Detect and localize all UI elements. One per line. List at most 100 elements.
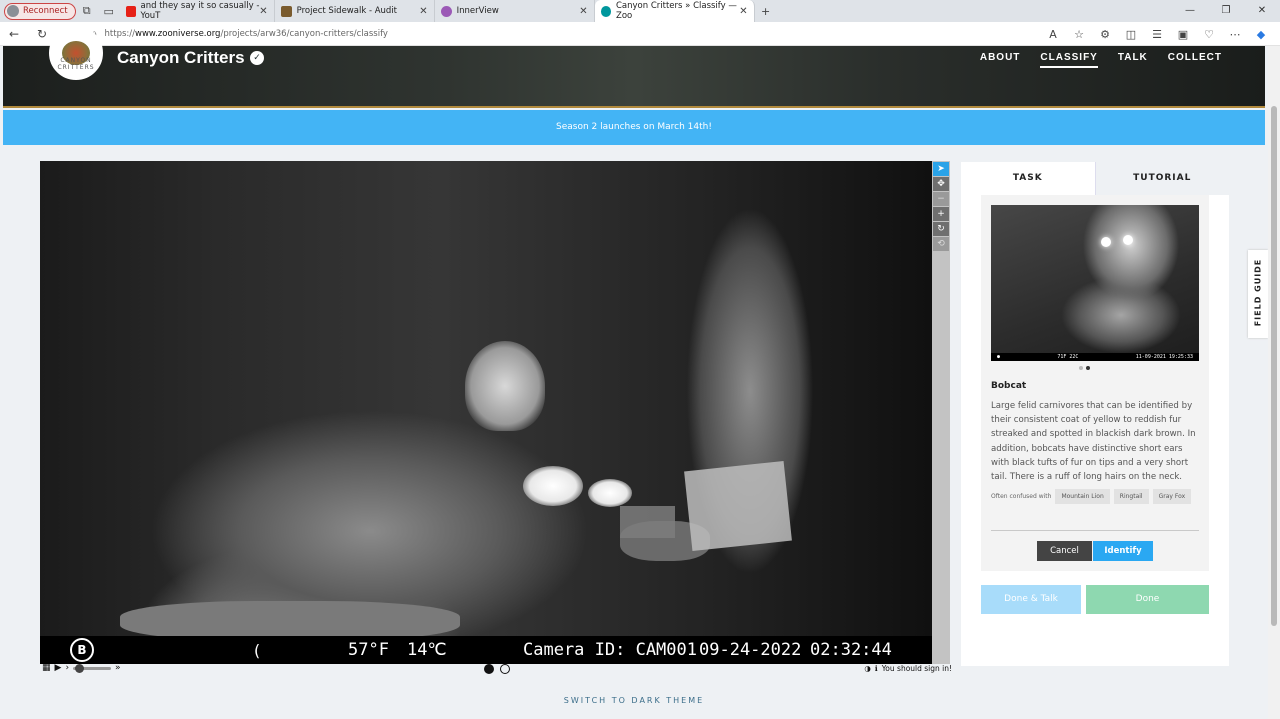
- sidewalk-favicon-icon: [280, 5, 292, 17]
- frame-dot-2[interactable]: [500, 664, 510, 674]
- camera-info-strip: B ( 57°F 14℃ Camera ID: CAM001 09-24-202…: [40, 636, 932, 664]
- frame-selector: [484, 664, 510, 674]
- split-screen-icon[interactable]: ◫: [1118, 28, 1144, 41]
- tab-actions-icon[interactable]: ▭: [98, 5, 120, 18]
- field-guide-tab[interactable]: FIELD GUIDE: [1248, 250, 1268, 338]
- tab-canyon-critters[interactable]: Canyon Critters » Classify — Zoo ✕: [594, 0, 755, 22]
- subject-viewer[interactable]: B ( 57°F 14℃ Camera ID: CAM001 09-24-202…: [40, 161, 932, 664]
- capture-time: 02:32:44: [810, 640, 892, 660]
- thumb-info-strip: ● 71F 22C 11-09-2021 19:25:33: [991, 353, 1199, 361]
- project-title[interactable]: Canyon Critters: [117, 48, 245, 68]
- innerview-favicon-icon: [440, 5, 452, 17]
- signin-text[interactable]: You should sign in!: [882, 664, 952, 673]
- thumb-dot-2[interactable]: [1086, 366, 1090, 370]
- zoom-out-icon[interactable]: −: [933, 192, 949, 206]
- nav-talk[interactable]: TALK: [1118, 52, 1148, 68]
- viewer-toolbar: ➤ ✥ − + ↻ ⟲: [932, 161, 950, 664]
- nav-classify[interactable]: CLASSIFY: [1040, 52, 1098, 68]
- close-tab-icon[interactable]: ✕: [579, 6, 587, 17]
- signin-notice: ◑ ℹ You should sign in!: [864, 664, 952, 673]
- read-aloud-icon[interactable]: A: [1040, 28, 1066, 41]
- page-scrollbar[interactable]: [1268, 46, 1280, 719]
- nav-collect[interactable]: COLLECT: [1168, 52, 1222, 68]
- playback-controls: ▦ ▶ › »: [42, 663, 121, 673]
- zooniverse-favicon-icon: [600, 5, 611, 17]
- tab-title: InnerView: [456, 6, 499, 16]
- move-tool-icon[interactable]: ✥: [933, 177, 949, 191]
- panel-tabs: TASK TUTORIAL: [961, 162, 1229, 195]
- tab-title: and they say it so casually - YouT: [140, 1, 260, 21]
- tab-innerview[interactable]: InnerView ✕: [435, 0, 595, 22]
- field-guide-label: FIELD GUIDE: [1253, 258, 1263, 327]
- viewer-controls: ▦ ▶ › » ◑ ℹ You should sign in!: [42, 663, 952, 677]
- fast-icon[interactable]: »: [115, 663, 121, 673]
- url-field[interactable]: 🔒︎ https://www.zooniverse.org/projects/a…: [92, 29, 388, 39]
- minimize-icon[interactable]: —: [1172, 0, 1208, 22]
- divider: [991, 530, 1199, 531]
- back-icon[interactable]: ←: [0, 27, 28, 41]
- thumb-datetime: 11-09-2021 19:25:33: [1135, 354, 1193, 360]
- favorite-star-icon[interactable]: ☆: [1066, 28, 1092, 41]
- temperature-c: 14℃: [407, 640, 447, 660]
- switch-dark-theme-link[interactable]: SWITCH TO DARK THEME: [0, 696, 1268, 705]
- slow-icon[interactable]: ›: [65, 663, 69, 673]
- tab-youtube[interactable]: and they say it so casually - YouT ✕: [120, 0, 275, 22]
- camera-trap-image: [40, 161, 932, 664]
- youtube-favicon-icon: [125, 5, 136, 17]
- confused-chip-ringtail[interactable]: Ringtail: [1113, 489, 1149, 504]
- grid-icon[interactable]: ▦: [42, 663, 51, 673]
- done-and-talk-button[interactable]: Done & Talk: [981, 585, 1081, 614]
- confused-chip-gray-fox[interactable]: Gray Fox: [1152, 489, 1192, 504]
- species-card: ● 71F 22C 11-09-2021 19:25:33 Bobcat Lar…: [981, 195, 1209, 571]
- identify-button[interactable]: Identify: [1093, 541, 1153, 561]
- close-tab-icon[interactable]: ✕: [259, 6, 267, 17]
- confused-chip-mountain-lion[interactable]: Mountain Lion: [1055, 489, 1110, 504]
- pointer-tool-icon[interactable]: ➤: [933, 162, 949, 176]
- confused-label: Often confused with: [991, 493, 1052, 500]
- workspaces-icon[interactable]: ⧉: [76, 4, 98, 18]
- done-button[interactable]: Done: [1086, 585, 1209, 614]
- thumb-dot-1[interactable]: [1079, 366, 1083, 370]
- verified-badge-icon: ✓: [250, 51, 264, 65]
- tab-task[interactable]: TASK: [961, 162, 1095, 195]
- close-tab-icon[interactable]: ✕: [739, 6, 747, 17]
- project-logo[interactable]: CANYON CRITTERS: [49, 26, 103, 80]
- close-tab-icon[interactable]: ✕: [419, 6, 427, 17]
- species-name: Bobcat: [991, 381, 1027, 391]
- extensions-icon[interactable]: ⚙: [1092, 28, 1118, 41]
- scrollbar-thumb[interactable]: [1271, 106, 1277, 626]
- speed-slider[interactable]: [73, 663, 112, 673]
- reconnect-button[interactable]: Reconnect: [4, 2, 76, 20]
- tab-title: Canyon Critters » Classify — Zoo: [616, 1, 737, 21]
- reconnect-label: Reconnect: [23, 6, 68, 16]
- restore-icon[interactable]: ❐: [1208, 0, 1244, 22]
- zoom-in-icon[interactable]: +: [933, 207, 949, 221]
- info-icon[interactable]: ℹ: [875, 664, 878, 673]
- camera-brand-logo: B: [70, 638, 94, 662]
- close-window-icon[interactable]: ✕: [1244, 0, 1280, 22]
- tab-project-sidewalk[interactable]: Project Sidewalk - Audit ✕: [275, 0, 435, 22]
- rotate-icon[interactable]: ↻: [933, 222, 949, 236]
- project-nav: ABOUT CLASSIFY TALK COLLECT: [980, 52, 1222, 68]
- copilot-icon[interactable]: ◆: [1248, 28, 1274, 41]
- task-panel: TASK TUTORIAL ● 71F 22C 11-09-2021 19:25…: [961, 162, 1229, 666]
- species-description: Large felid carnivores that can be ident…: [991, 401, 1196, 483]
- favorites-icon[interactable]: ☰: [1144, 28, 1170, 41]
- new-tab-icon[interactable]: +: [755, 5, 777, 18]
- reset-view-icon[interactable]: ⟲: [933, 237, 949, 251]
- browser-essentials-icon[interactable]: ♡: [1196, 28, 1222, 41]
- invert-icon[interactable]: ◑: [864, 664, 871, 673]
- thumb-pager: [1079, 366, 1090, 370]
- confused-with: Often confused with Mountain Lion Ringta…: [991, 489, 1203, 504]
- collections-icon[interactable]: ▣: [1170, 28, 1196, 41]
- window-controls: — ❐ ✕: [1172, 0, 1280, 22]
- project-header: CANYON CRITTERS Canyon Critters ✓ ABOUT …: [3, 26, 1265, 108]
- more-icon[interactable]: ⋯: [1222, 28, 1248, 41]
- frame-dot-1[interactable]: [484, 664, 494, 674]
- cancel-button[interactable]: Cancel: [1037, 541, 1092, 561]
- browser-toolbar: A ☆ ⚙ ◫ ☰ ▣ ♡ ⋯ ◆: [1040, 22, 1274, 46]
- tab-tutorial[interactable]: TUTORIAL: [1094, 162, 1229, 195]
- play-icon[interactable]: ▶: [55, 663, 62, 673]
- nav-about[interactable]: ABOUT: [980, 52, 1021, 68]
- thumb-camera-icon: ●: [997, 354, 1001, 360]
